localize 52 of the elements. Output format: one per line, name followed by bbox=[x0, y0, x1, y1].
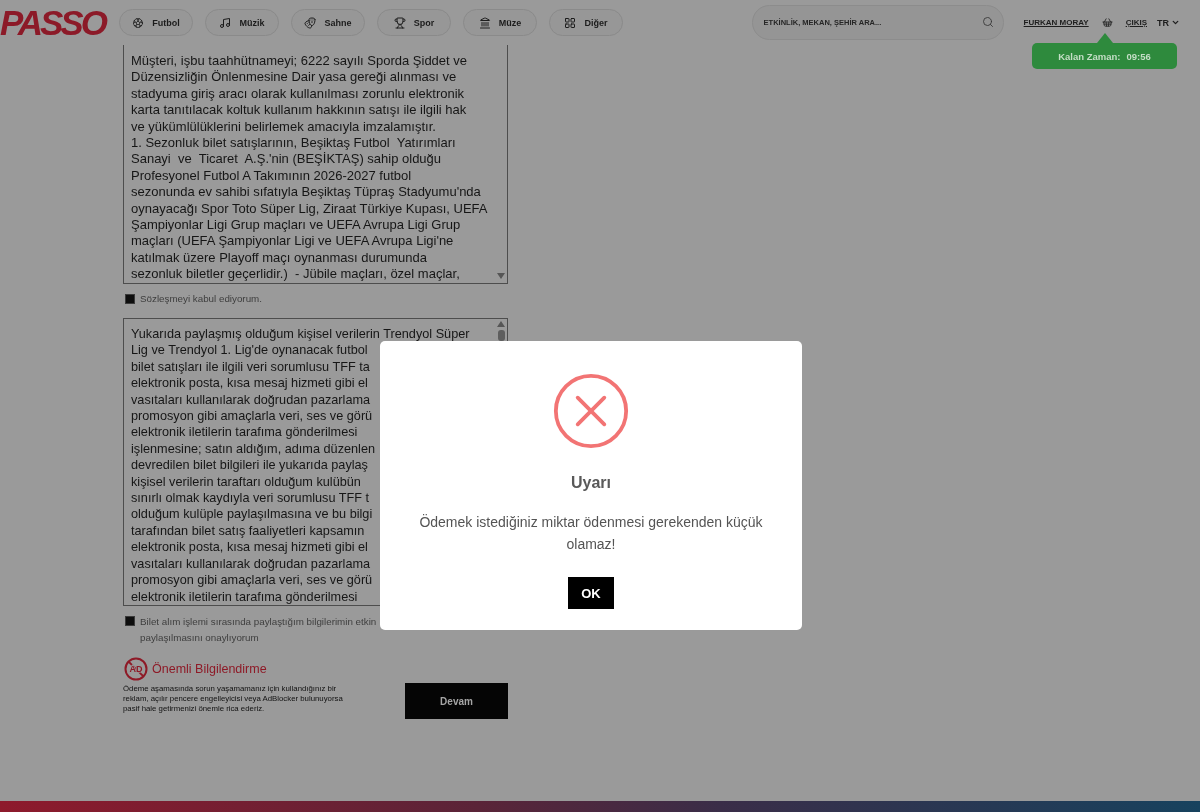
consent-text-line: kişisel verilerin taraftarı olduğum kulübün bbox=[131, 473, 361, 491]
music-note-icon bbox=[219, 16, 232, 29]
dialog-title: Uyarı bbox=[571, 473, 611, 493]
trophy-icon bbox=[393, 16, 406, 29]
theater-masks-icon bbox=[304, 16, 317, 29]
consent-text-line: işlenmesine; satın aldığım, adıma düzenlen bbox=[131, 440, 376, 458]
category-button[interactable]: Diğer bbox=[548, 9, 623, 36]
consent-text-line: sınırlı olmak kaydıyla veri sorumlusu TFF t bbox=[131, 490, 370, 507]
dialog-message: Ödemek istediğiniz miktar ödenmesi gerekenden küçük olamaz! bbox=[418, 513, 764, 554]
consent-text-line: tarafından bilet satış faaliyetleri kapsamın bbox=[131, 522, 365, 540]
consent-text-line: vasıtaları kullanılarak doğrudan pazarlama bbox=[131, 391, 371, 409]
grid-icon bbox=[564, 16, 577, 29]
consent-text-line: promosyon gibi amaçlarla veri, ses ve görü bbox=[131, 572, 373, 589]
consent-text-line: elektronik posta, kısa mesaj hizmeti gibi el bbox=[131, 375, 368, 392]
consent-text-line: promosyon gibi amaçlarla veri, ses ve görü bbox=[131, 408, 373, 425]
category-button[interactable]: Futbol bbox=[118, 9, 193, 36]
language-selector[interactable]: TR bbox=[1157, 17, 1180, 28]
consent-text-line: elektronik posta, kısa mesaj hizmeti gibi el bbox=[131, 539, 368, 556]
football-icon bbox=[132, 16, 145, 29]
basket-icon[interactable] bbox=[1101, 17, 1113, 28]
consent-text-line: elektronik iletilerin tarafıma gönderilmesi bbox=[131, 424, 358, 441]
consent-text-line: elektronik iletilerin tarafıma gönderilmesi bbox=[131, 588, 358, 605]
consent-text-line: Yukarıda paylaşmış olduğum kişisel verilerin Trendyol Süper bbox=[131, 326, 470, 343]
site-logo[interactable]: PASSO bbox=[0, 5, 105, 40]
scroll-down-arrow-icon[interactable] bbox=[497, 273, 505, 279]
consent-text-line: devredilen bilet bilgileri ile yukarıda paylaş bbox=[131, 457, 368, 474]
checkbox[interactable] bbox=[125, 616, 135, 626]
search-icon[interactable] bbox=[981, 16, 994, 28]
checkbox-label: Bilet alım işlemi sırasında paylaştığım bilgilerimin etkin paylaşılmasını onaylıyorum bbox=[140, 615, 377, 645]
ok-button[interactable]: OK bbox=[568, 577, 614, 609]
timer-value: 09:56 bbox=[1126, 50, 1151, 62]
category-button[interactable]: Spor bbox=[376, 9, 451, 36]
consent-text-line: Lig ve Trendyol 1. Lig'de oynanacak futbol bbox=[131, 342, 368, 359]
chevron-down-icon bbox=[1171, 18, 1180, 27]
timer-label: Kalan Zaman: bbox=[1058, 50, 1121, 62]
consent-text-line: olduğum kulüple paylaşılmasına ve bu bilgi bbox=[131, 506, 373, 523]
scroll-thumb[interactable] bbox=[497, 330, 505, 341]
category-button[interactable]: Müze bbox=[462, 9, 537, 36]
logout-link[interactable]: ÇIKIŞ bbox=[1125, 18, 1147, 27]
checkbox[interactable] bbox=[125, 294, 135, 304]
contract-text: Müşteri, işbu taahhütnameyi; 6222 sayılı Sporda Şiddet ve Düzensizliğin Önlenmesine Dair yasa gereği alınması ve stadyuma giriş aracı olarak kullanılması zorunlu elektronik karta tanıtılacak koltuk kullanım hakkının satışı ile ilgili hak ve yükümlülüklerini belirlemek amacıyla imzalamıştır. 1. Sezonluk bilet satışlarının, Beşiktaş Futbol Yatırımları Sanayi ve Ticaret A.Ş.'nin (BEŞİKTAŞ) sahip olduğu Profesyonel Futbol A Takımının 2026-2027 futbol sezonunda ev sahibi sıfatıyla Beşiktaş Tüpraş Stadyumu'nda oynayacağı Spor Toto Süper Lig, Ziraat Türkiye Kupası, UEFA Şampiyonlar Ligi Grup maçları ve UEFA Avrupa Ligi Grup maçları (UEFA Şampiyonlar Ligi ve UEFA Avrupa Ligi'ne katılmak üzere Playoff maçı oynanması durumunda sezonluk biletler geçerlidir.) - Jübile maçları, özel maçlar, bbox=[130, 52, 489, 283]
checkbox-label: Sözleşmeyi kabul ediyorum. bbox=[140, 293, 262, 305]
notice-title: Önemli Bilgilendirme bbox=[152, 662, 267, 676]
continue-button[interactable]: Devam bbox=[405, 683, 508, 719]
error-icon bbox=[553, 373, 629, 449]
museum-icon bbox=[478, 16, 491, 29]
scroll-up-arrow-icon[interactable] bbox=[497, 321, 505, 327]
category-button[interactable]: Müzik bbox=[204, 9, 279, 36]
consent-text-line: bilet satışları ile ilgili veri sorumlusu TFF ta bbox=[131, 358, 370, 376]
consent-text-line: vasıtaları kullanılarak doğrudan pazarlama bbox=[131, 555, 371, 573]
user-name-link[interactable]: FURKAN MORAY bbox=[1023, 18, 1089, 27]
category-button[interactable]: Sahne bbox=[290, 9, 365, 36]
